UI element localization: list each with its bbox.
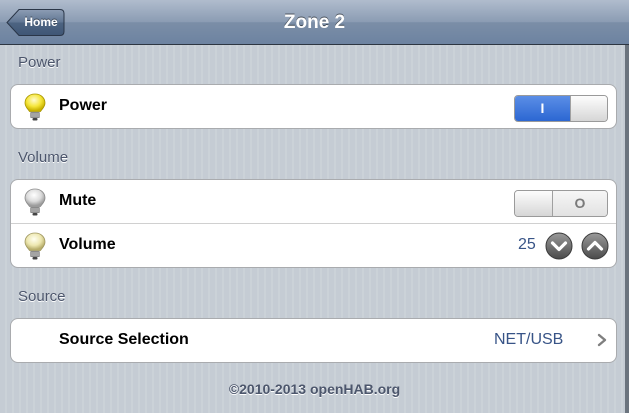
window-edge (625, 45, 629, 413)
power-switch-knob[interactable] (570, 96, 607, 121)
mute-switch-off-text: O (553, 191, 607, 216)
lightbulb-on-icon (24, 93, 46, 121)
power-switch-on-text: I (515, 96, 570, 121)
group-header-source: Source (18, 288, 66, 305)
group-header-power: Power (18, 54, 61, 71)
source-selection-label: Source Selection (59, 331, 189, 348)
volume-down-button[interactable] (545, 232, 573, 260)
row-power: Power I (11, 85, 616, 128)
row-source-selection[interactable]: Source Selection NET/USB (11, 319, 616, 362)
footer-copyright: ©2010-2013 openHAB.org (228, 381, 401, 397)
group-source: Source Selection NET/USB (10, 318, 617, 363)
volume-up-button[interactable] (581, 232, 609, 260)
home-back-button[interactable]: Home (6, 8, 65, 37)
group-header-volume: Volume (18, 149, 69, 166)
volume-value: 25 (518, 236, 536, 253)
lightbulb-off-icon (24, 188, 46, 216)
back-button-label: Home (24, 15, 58, 29)
group-power: Power I (10, 84, 617, 129)
chevron-right-icon (597, 333, 607, 347)
top-toolbar: Zone 2 Home (0, 0, 629, 45)
lightbulb-dim-icon (24, 232, 46, 260)
mute-label: Mute (59, 192, 97, 209)
power-label: Power (59, 97, 108, 114)
mute-switch-knob[interactable] (515, 191, 553, 216)
page-title: Zone 2 (283, 12, 346, 33)
mute-switch[interactable]: O (514, 190, 608, 217)
volume-label: Volume (59, 236, 116, 253)
row-volume: Volume 25 (11, 223, 616, 266)
power-switch[interactable]: I (514, 95, 608, 122)
group-volume: Mute O Volume 25 (10, 179, 617, 268)
row-mute: Mute O (11, 180, 616, 223)
source-selection-value: NET/USB (494, 331, 564, 348)
